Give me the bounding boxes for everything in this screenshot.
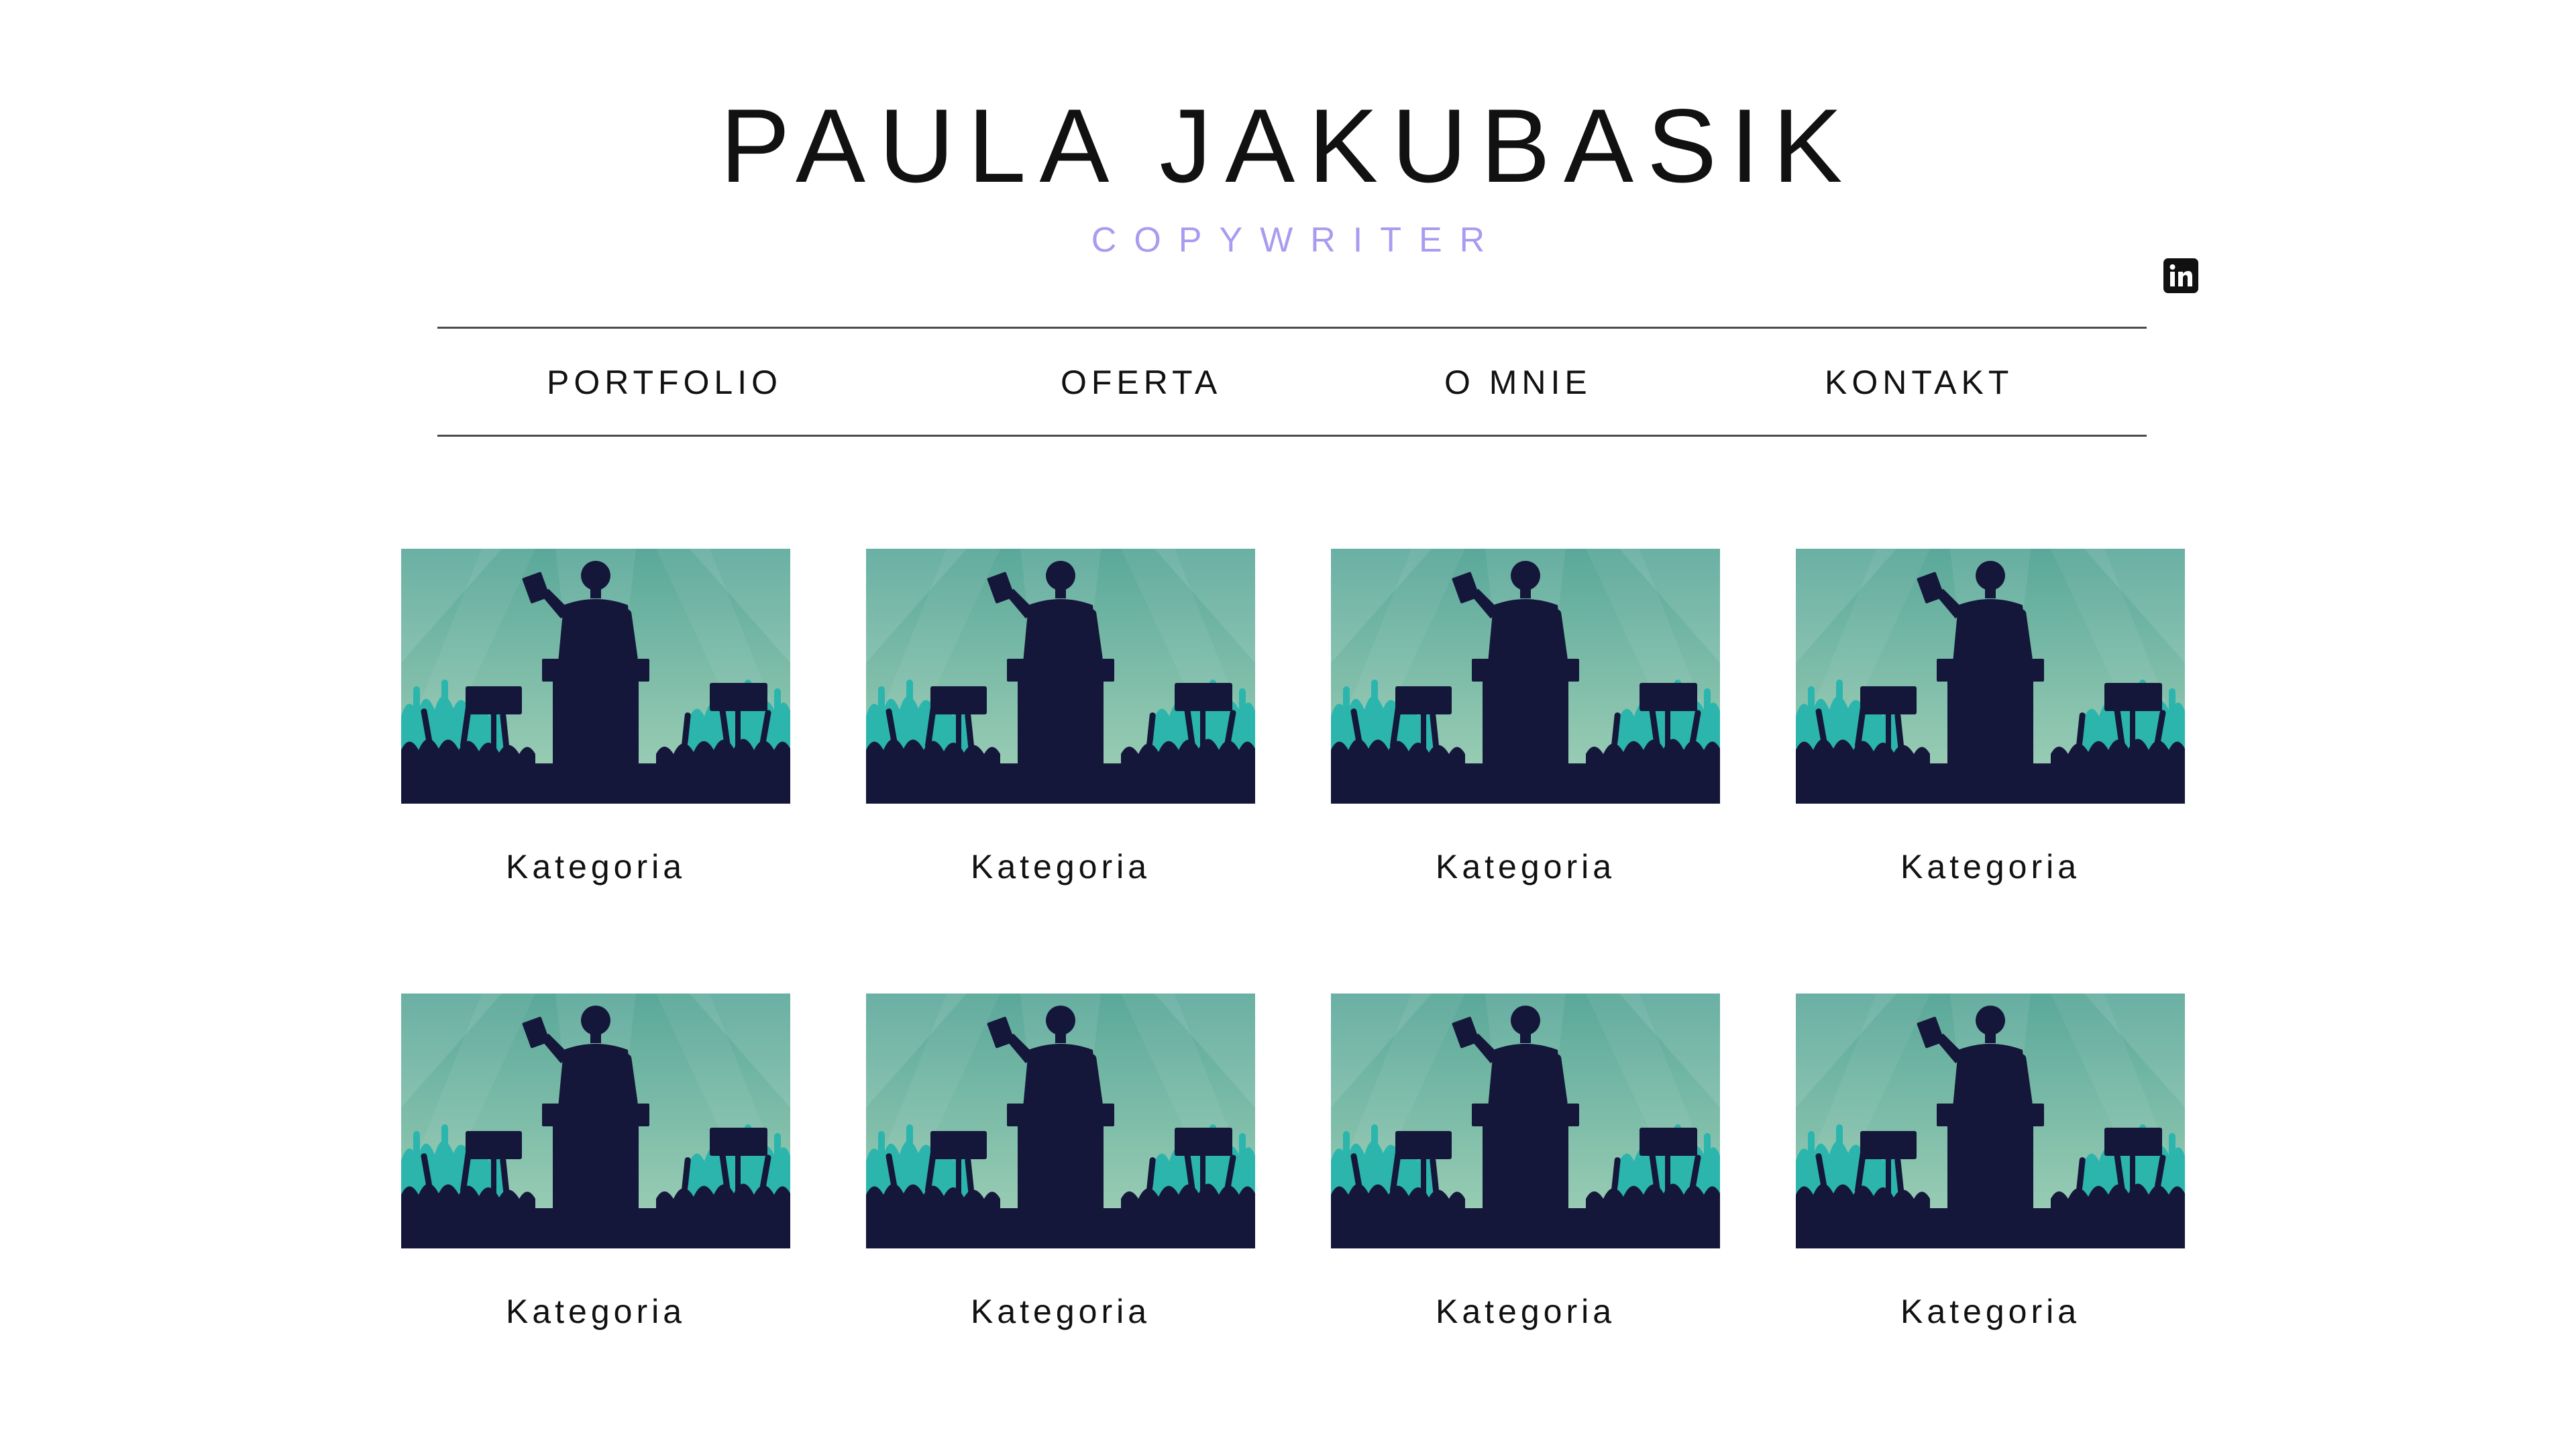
portfolio-card[interactable]: Kategoria <box>401 994 790 1330</box>
speaker-illustration-image <box>1331 994 1720 1248</box>
speaker-illustration-image <box>401 549 790 804</box>
card-label: Kategoria <box>1435 1293 1616 1330</box>
portfolio-card[interactable]: Kategoria <box>1331 549 1720 885</box>
speaker-illustration-image <box>866 994 1255 1248</box>
speaker-illustration-image <box>401 994 790 1248</box>
portfolio-card[interactable]: Kategoria <box>1331 994 1720 1330</box>
speaker-illustration-image <box>1796 994 2185 1248</box>
card-label: Kategoria <box>970 1293 1151 1330</box>
portfolio-card[interactable]: Kategoria <box>866 994 1255 1330</box>
speaker-illustration-image <box>866 549 1255 804</box>
portfolio-card[interactable]: Kategoria <box>1796 549 2185 885</box>
portfolio-card[interactable]: Kategoria <box>401 549 790 885</box>
card-label: Kategoria <box>970 848 1151 885</box>
page: PAULA JAKUBASIK COPYWRITER PORTFOLIO OFE… <box>0 0 2576 1449</box>
card-label: Kategoria <box>1435 848 1616 885</box>
portfolio-grid: Kategoria Kategoria Kategoria Kategoria … <box>0 0 2576 1449</box>
card-label: Kategoria <box>1900 1293 2081 1330</box>
card-label: Kategoria <box>505 1293 686 1330</box>
portfolio-card[interactable]: Kategoria <box>1796 994 2185 1330</box>
speaker-illustration-image <box>1331 549 1720 804</box>
card-label: Kategoria <box>505 848 686 885</box>
speaker-illustration-image <box>1796 549 2185 804</box>
card-label: Kategoria <box>1900 848 2081 885</box>
portfolio-card[interactable]: Kategoria <box>866 549 1255 885</box>
